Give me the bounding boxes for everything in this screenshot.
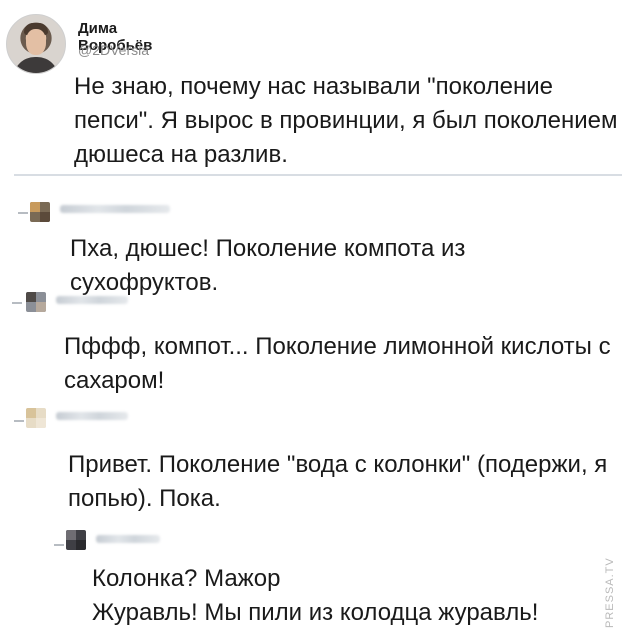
reply-text: Пффф, компот... Поколение лимонной кисло… bbox=[64, 333, 611, 394]
tweet-text: Не знаю, почему нас называли "поколение … bbox=[74, 73, 618, 168]
reply-marker bbox=[18, 212, 28, 214]
reply-avatar[interactable] bbox=[26, 408, 46, 428]
reply-avatar[interactable] bbox=[30, 202, 50, 222]
reply-marker bbox=[54, 544, 64, 546]
reply-text: Пха, дюшес! Поколение компота из сухофру… bbox=[70, 235, 466, 296]
reply-text: Привет. Поколение "вода с колонки" (поде… bbox=[68, 451, 608, 512]
reply-avatar[interactable] bbox=[26, 292, 46, 312]
reply-author-blurred[interactable] bbox=[60, 205, 170, 213]
reply-author-blurred[interactable] bbox=[96, 535, 160, 543]
watermark: PRESSA.TV bbox=[604, 557, 616, 628]
reply-author-blurred[interactable] bbox=[56, 412, 128, 420]
author-avatar[interactable] bbox=[6, 14, 66, 74]
reply-marker bbox=[14, 420, 24, 422]
author-handle[interactable]: @2DVersia bbox=[78, 42, 149, 58]
reply-author-blurred[interactable] bbox=[56, 296, 128, 304]
reply-text: Колонка? Мажор Журавль! Мы пили из колод… bbox=[92, 565, 539, 626]
reply-avatar[interactable] bbox=[66, 530, 86, 550]
reply-marker bbox=[12, 302, 22, 304]
divider bbox=[14, 174, 622, 176]
